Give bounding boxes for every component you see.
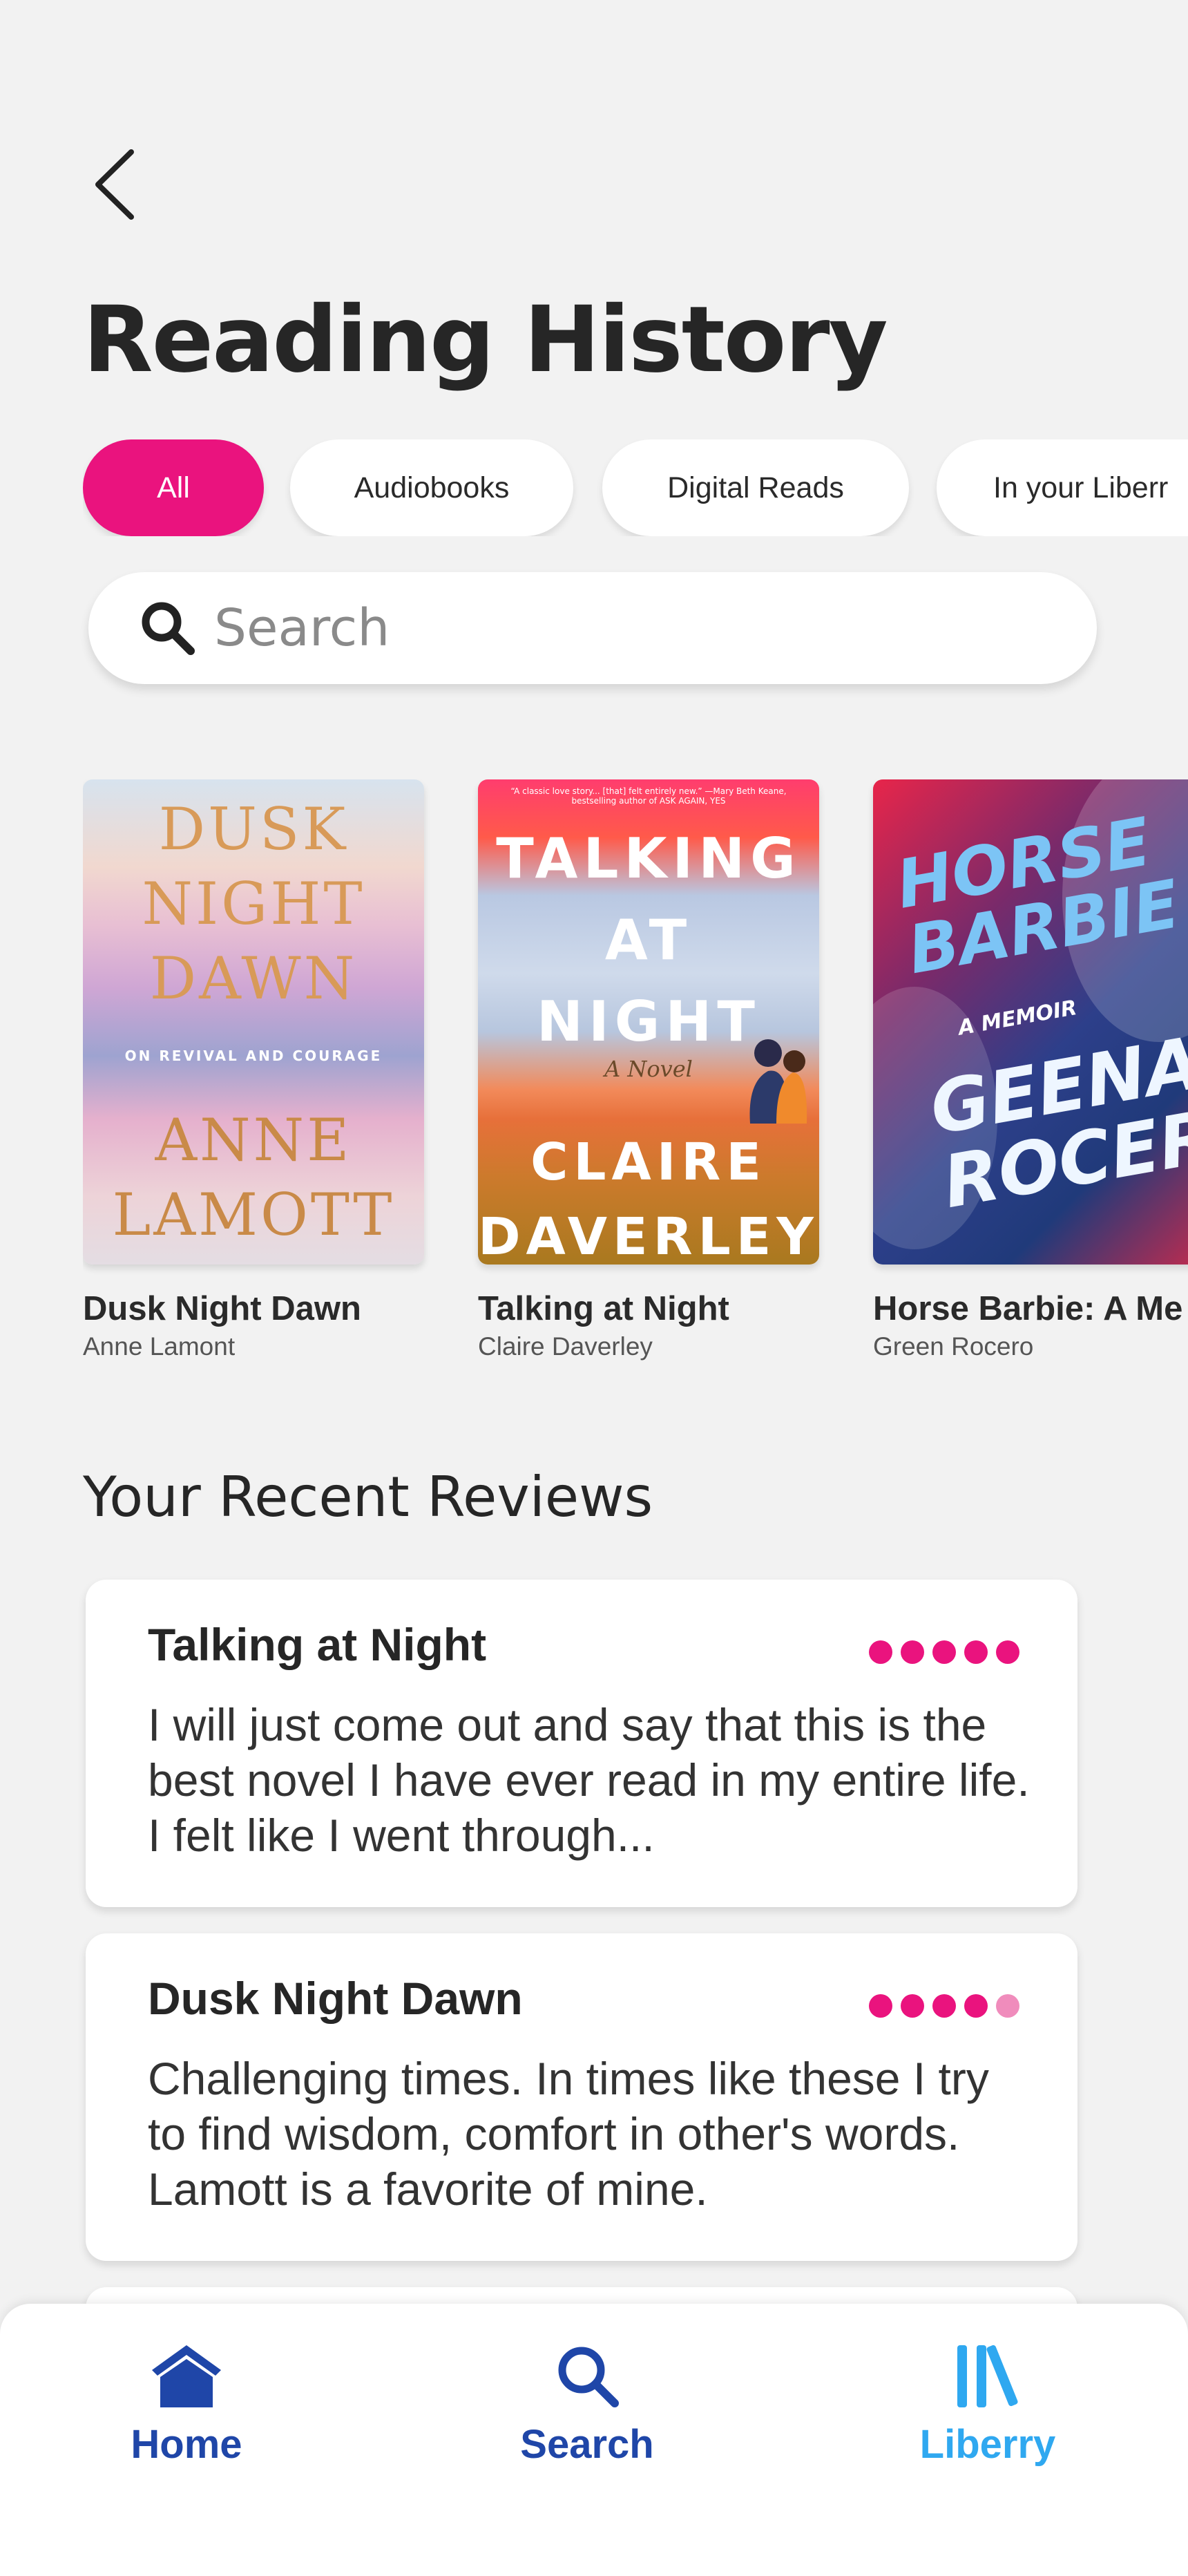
chip-all[interactable]: All: [83, 439, 264, 536]
figure-illustration: [749, 1039, 807, 1124]
book-title: Dusk Night Dawn: [83, 1290, 361, 1327]
bottom-navigation: Home Search Liberry: [0, 2304, 1188, 2576]
search-icon: [558, 2347, 619, 2407]
rating-dot: [996, 1640, 1019, 1664]
book-title: Talking at Night: [478, 1290, 729, 1327]
search-input[interactable]: [213, 593, 1044, 663]
review-text: I will just come out and say that this i…: [148, 1699, 1030, 1861]
cover-title-line: AT: [604, 908, 693, 972]
rating-dot: [869, 1994, 892, 2018]
nav-home-label: Home: [131, 2422, 242, 2467]
rating-dots: [869, 1640, 1019, 1664]
book-card[interactable]: DUSK NIGHT DAWN ON REVIVAL AND COURAGE A…: [83, 779, 424, 1361]
book-title: Horse Barbie: A Me: [873, 1290, 1183, 1327]
cover-author-line: DAVERLEY: [478, 1207, 819, 1265]
book-cover: DUSK NIGHT DAWN ON REVIVAL AND COURAGE A…: [83, 779, 424, 1265]
review-text: Challenging times. In times like these I…: [148, 2053, 989, 2215]
rating-dot: [964, 1640, 988, 1664]
book-card[interactable]: “A classic love story... [that] felt ent…: [478, 779, 819, 1361]
review-card[interactable]: Dusk Night Dawn Challenging times. In ti…: [86, 1933, 1077, 2261]
chevron-left-icon: [95, 149, 134, 220]
cover-title-line: DAWN: [149, 945, 358, 1012]
rating-dot: [932, 1994, 956, 2018]
rating-dot-half: [996, 1994, 1019, 2018]
review-title: Talking at Night: [148, 1619, 487, 1670]
page-title: Reading History: [83, 287, 888, 393]
book-carousel: DUSK NIGHT DAWN ON REVIVAL AND COURAGE A…: [83, 779, 1188, 1381]
rating-dot: [932, 1640, 956, 1664]
home-icon: [152, 2345, 221, 2407]
cover-title-line: TALKING: [496, 826, 801, 891]
search-icon: [142, 602, 195, 655]
nav-search[interactable]: Search: [449, 2342, 725, 2468]
back-button[interactable]: [88, 146, 144, 222]
book-author: Green Rocero: [873, 1332, 1034, 1361]
cover-subtitle: ON REVIVAL AND COURAGE: [124, 1048, 383, 1064]
rating-dot: [869, 1640, 892, 1664]
nav-home[interactable]: Home: [48, 2342, 325, 2468]
cover-author-line: ANNE: [155, 1106, 352, 1174]
cover-title-line: DUSK: [158, 795, 349, 863]
rating-dot: [901, 1994, 924, 2018]
cover-blurb: “A classic love story... [that] felt ent…: [510, 786, 787, 806]
book-cover: “A classic love story... [that] felt ent…: [478, 779, 819, 1265]
cover-author-line: LAMOTT: [112, 1181, 395, 1249]
cover-author-line: CLAIRE: [530, 1133, 767, 1192]
rating-dot: [964, 1994, 988, 2018]
book-cover: HORSE BARBIE A MEMOIR GEENA ROCERO: [873, 779, 1188, 1265]
book-author: Claire Daverley: [478, 1332, 653, 1361]
library-icon: [957, 2345, 1018, 2407]
chip-digital-reads[interactable]: Digital Reads: [602, 439, 909, 536]
filter-chips: All Audiobooks Digital Reads In your Lib…: [83, 439, 1188, 536]
search-bar[interactable]: [88, 572, 1097, 684]
rating-dots: [869, 1994, 1019, 2018]
review-title: Dusk Night Dawn: [148, 1973, 523, 2024]
nav-search-label: Search: [520, 2422, 654, 2467]
section-title-reviews: Your Recent Reviews: [83, 1465, 653, 1529]
nav-library[interactable]: Liberry: [850, 2342, 1126, 2468]
rating-dot: [901, 1640, 924, 1664]
nav-library-label: Liberry: [919, 2422, 1056, 2467]
book-author: Anne Lamont: [83, 1332, 236, 1361]
review-card[interactable]: Talking at Night I will just come out an…: [86, 1580, 1077, 1907]
chip-audiobooks[interactable]: Audiobooks: [290, 439, 573, 536]
book-card[interactable]: HORSE BARBIE A MEMOIR GEENA ROCERO Horse…: [873, 779, 1188, 1361]
chip-in-your-library[interactable]: In your Liberr: [937, 439, 1188, 536]
cover-title-line: NIGHT: [142, 870, 365, 938]
